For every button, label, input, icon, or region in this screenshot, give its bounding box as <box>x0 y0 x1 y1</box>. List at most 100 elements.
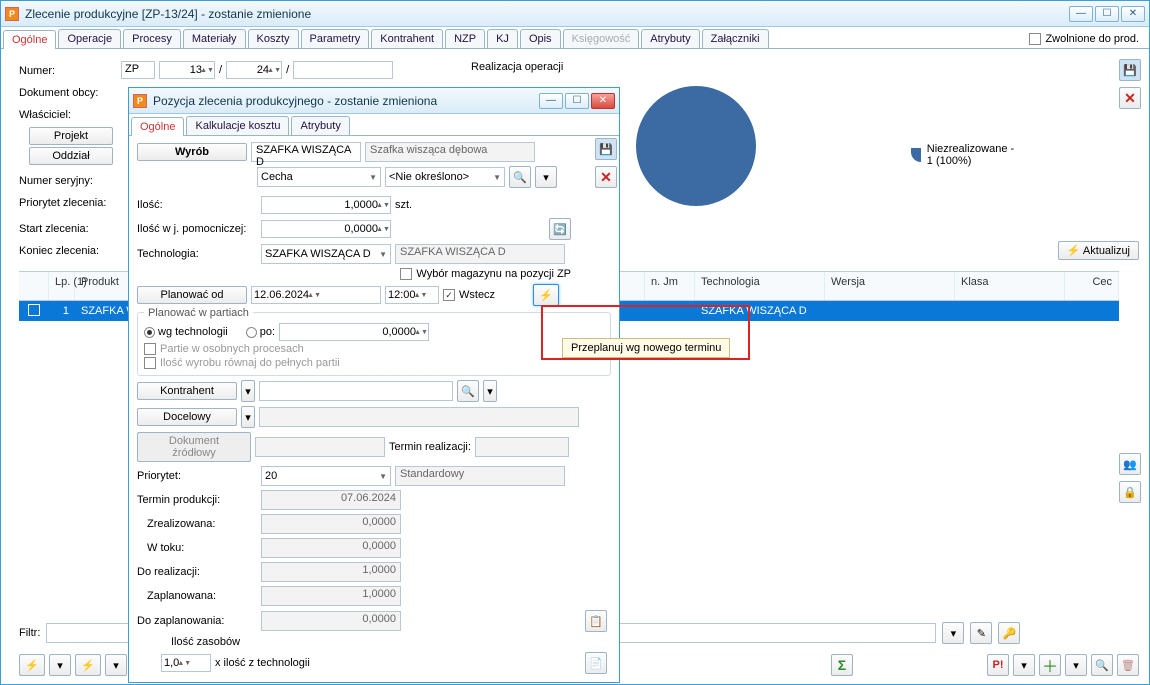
numer-2-input[interactable] <box>229 64 269 76</box>
tab-ogolne[interactable]: Ogólne <box>3 30 56 49</box>
ilosc-spinner[interactable]: 1,0000▲▼ <box>261 196 391 214</box>
cecha-search-icon[interactable]: 🔍 <box>509 166 531 188</box>
przeplanuj-button[interactable]: ⚡ <box>533 284 559 306</box>
close-red-icon[interactable]: ✕ <box>1119 87 1141 109</box>
wyrob-name: Szafka wisząca dębowa <box>365 142 535 162</box>
oddzial-button[interactable]: Oddział <box>29 147 113 165</box>
sub-minimize-button[interactable]: — <box>539 93 563 109</box>
tab-atrybuty[interactable]: Atrybuty <box>641 29 699 48</box>
gh-lp[interactable]: Lp. (1) <box>49 272 75 300</box>
numer-1-spinner[interactable]: ▲▼ <box>159 61 215 79</box>
filter-dropdown-icon[interactable]: ▾ <box>942 622 964 644</box>
gh-technologia[interactable]: Technologia <box>695 272 825 300</box>
cecha-value-dropdown[interactable]: <Nie określono>▼ <box>385 167 505 187</box>
radio-po[interactable]: po: <box>246 326 275 338</box>
dd1-icon[interactable]: ▾ <box>49 654 71 676</box>
ilosc-pom-spinner[interactable]: 0,0000▲▼ <box>261 220 391 238</box>
cecha-more-icon[interactable]: ▾ <box>535 166 557 188</box>
radio-wg-tech[interactable]: wg technologii <box>144 326 228 338</box>
wyrob-button[interactable]: Wyrób <box>137 143 247 161</box>
wyrob-code[interactable]: SZAFKA WISZĄCA D <box>251 142 361 162</box>
cecha-dropdown[interactable]: Cecha▼ <box>257 167 381 187</box>
kontrahent-search-icon[interactable]: 🔍 <box>457 380 479 402</box>
sub-save-icon[interactable]: 💾 <box>595 138 617 160</box>
tab-procesy[interactable]: Procesy <box>123 29 181 48</box>
row-checkbox[interactable] <box>28 304 40 316</box>
partie-group: Planować w partiach wg technologii po: 0… <box>137 312 611 376</box>
tech-dropdown[interactable]: SZAFKA WISZĄCA D▼ <box>261 244 391 264</box>
user-icon[interactable]: 👥 <box>1119 453 1141 475</box>
il-zasob-spinner[interactable]: 1,0▲▼ <box>161 654 211 672</box>
left-form: Numer: Dokument obcy: Właściciel: Projek… <box>19 61 129 257</box>
sub-tab-ogolne[interactable]: Ogólne <box>131 117 184 136</box>
lock-icon[interactable]: 🔒 <box>1119 481 1141 503</box>
dd3-icon[interactable]: ▾ <box>1013 654 1035 676</box>
kontrahent-search-dd-icon[interactable]: ▾ <box>483 380 497 402</box>
sub-tab-atrybuty[interactable]: Atrybuty <box>291 116 349 135</box>
kontrahent-dd-icon[interactable]: ▾ <box>241 380 255 402</box>
projekt-button[interactable]: Projekt <box>29 127 113 145</box>
release-checkbox[interactable] <box>1029 33 1041 45</box>
gh-cecha[interactable]: Cec <box>1065 272 1119 300</box>
release-checkbox-row[interactable]: Zwolnione do prod. <box>1021 30 1147 48</box>
dd2-icon[interactable]: ▾ <box>105 654 127 676</box>
maximize-button[interactable]: ☐ <box>1095 6 1119 22</box>
bolt2-icon[interactable]: ⚡ <box>75 654 101 676</box>
numer-1-input[interactable] <box>162 64 202 76</box>
filter-edit-icon[interactable]: ✎ <box>970 622 992 644</box>
bolt1-icon[interactable]: ⚡ <box>19 654 45 676</box>
gh-wersja[interactable]: Wersja <box>825 272 955 300</box>
sub-close-red-icon[interactable]: ✕ <box>595 166 617 188</box>
docelowy-dd-icon[interactable]: ▾ <box>241 406 255 428</box>
gh-jm[interactable]: n. Jm <box>645 272 695 300</box>
add-icon[interactable]: ＋ <box>1039 654 1061 676</box>
main-title: Zlecenie produkcyjne [ZP-13/24] - zostan… <box>25 7 1069 21</box>
refresh-icon[interactable]: 🔄 <box>549 218 571 240</box>
priorytet-dropdown[interactable]: 20▼ <box>261 466 391 486</box>
partie-osob-checkbox[interactable] <box>144 343 156 355</box>
il-wyrobu-label: Ilość wyrobu równaj do pełnych partii <box>160 357 340 369</box>
search-icon[interactable]: 🔍 <box>1091 654 1113 676</box>
wyb-mag-checkbox[interactable] <box>400 268 412 280</box>
sub-tab-kalkulacje[interactable]: Kalkulacje kosztu <box>186 116 289 135</box>
copy-icon[interactable]: 📋 <box>585 610 607 632</box>
time-input[interactable]: 12:00▲▼ <box>385 286 439 304</box>
gh-check[interactable] <box>19 272 49 300</box>
zaplan-label: Zaplanowana: <box>137 590 257 602</box>
kontrahent-input[interactable] <box>259 381 453 401</box>
filter-key-icon[interactable]: 🔑 <box>998 622 1020 644</box>
tab-nzp[interactable]: NZP <box>445 29 485 48</box>
numer-2-spinner[interactable]: ▲▼ <box>226 61 282 79</box>
date-input[interactable]: 12.06.2024▲▼ <box>251 286 381 304</box>
gh-klasa[interactable]: Klasa <box>955 272 1065 300</box>
tab-koszty[interactable]: Koszty <box>248 29 299 48</box>
planowac-od-button[interactable]: Planować od <box>137 286 247 304</box>
sub-maximize-button[interactable]: ☐ <box>565 93 589 109</box>
numer-suffix-input[interactable] <box>293 61 393 79</box>
bottom-icons-right: P! ▾ ＋ ▾ 🔍 🗑 <box>987 654 1139 676</box>
po-spinner[interactable]: 0,0000▲▼ <box>279 323 429 341</box>
doc-icon[interactable]: 📄 <box>585 652 607 674</box>
sigma-button[interactable]: Σ <box>831 654 853 676</box>
tab-operacje[interactable]: Operacje <box>58 29 121 48</box>
docelowy-button[interactable]: Docelowy <box>137 408 237 426</box>
tab-opis[interactable]: Opis <box>520 29 561 48</box>
tab-materialy[interactable]: Materiały <box>183 29 246 48</box>
tab-zalaczniki[interactable]: Załączniki <box>702 29 769 48</box>
sub-close-button[interactable]: ✕ <box>591 93 615 109</box>
il-wyrobu-checkbox[interactable] <box>144 357 156 369</box>
pwarn-icon[interactable]: P! <box>987 654 1009 676</box>
wstecz-label: Wstecz <box>459 289 495 301</box>
save-icon[interactable]: 💾 <box>1119 59 1141 81</box>
kontrahent-button[interactable]: Kontrahent <box>137 382 237 400</box>
tab-kontrahent[interactable]: Kontrahent <box>371 29 443 48</box>
numer-prefix[interactable]: ZP <box>121 61 155 79</box>
tab-kj[interactable]: KJ <box>487 29 518 48</box>
close-button[interactable]: ✕ <box>1121 6 1145 22</box>
aktualizuj-button[interactable]: ⚡ Aktualizuj <box>1058 241 1139 260</box>
tab-parametry[interactable]: Parametry <box>301 29 370 48</box>
trash-icon[interactable]: 🗑 <box>1117 654 1139 676</box>
minimize-button[interactable]: — <box>1069 6 1093 22</box>
dd4-icon[interactable]: ▾ <box>1065 654 1087 676</box>
wstecz-checkbox[interactable] <box>443 289 455 301</box>
